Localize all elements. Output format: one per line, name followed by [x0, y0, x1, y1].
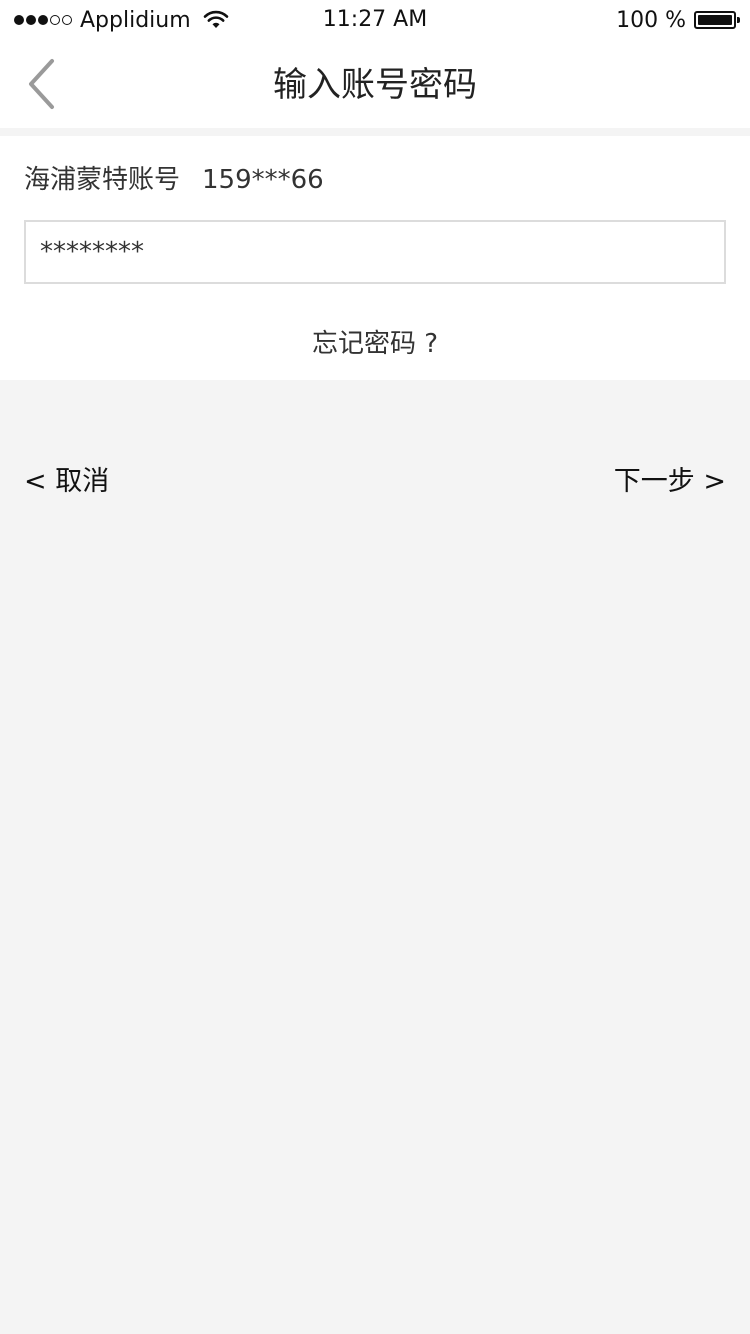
password-input[interactable]: [24, 220, 726, 284]
account-value: 159***66: [202, 165, 324, 195]
cancel-button[interactable]: < 取消: [24, 462, 109, 502]
battery-level: [698, 15, 732, 25]
page-title: 输入账号密码: [273, 65, 477, 105]
navigation-bar: 输入账号密码: [0, 40, 750, 128]
battery-percent: 100 %: [616, 7, 686, 33]
battery-icon: [694, 11, 740, 29]
status-bar: Applidium 11:27 AM 100 %: [0, 0, 750, 40]
account-label: 海浦蒙特账号: [24, 165, 181, 195]
status-right: 100 %: [616, 6, 740, 34]
login-form: 海浦蒙特账号 159***66 忘记密码 ?: [0, 136, 750, 380]
forgot-password-link[interactable]: 忘记密码 ?: [0, 324, 750, 364]
next-step-button[interactable]: 下一步 >: [614, 462, 726, 502]
account-row: 海浦蒙特账号 159***66: [24, 162, 324, 198]
